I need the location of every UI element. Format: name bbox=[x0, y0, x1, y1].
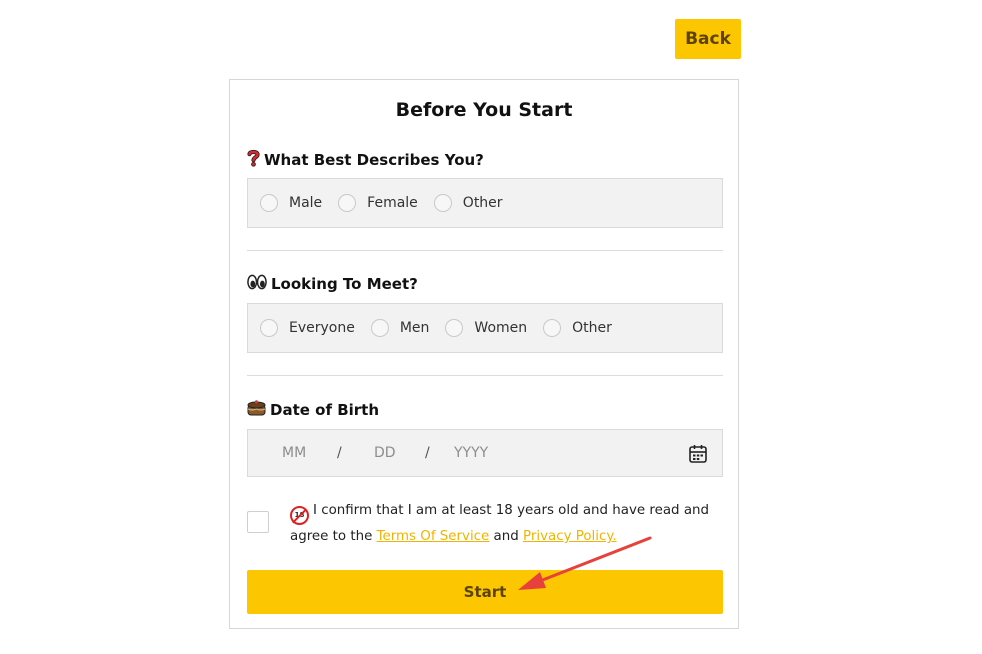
looking-radio-group: Everyone Men Women Other bbox=[247, 303, 723, 353]
describes-question-label: What Best Describes You? bbox=[247, 149, 484, 171]
option-label: Male bbox=[289, 195, 323, 211]
looking-option-everyone[interactable]: Everyone bbox=[260, 319, 355, 337]
looking-option-other[interactable]: Other bbox=[543, 319, 612, 337]
looking-question-text: Looking To Meet? bbox=[271, 275, 418, 293]
option-label: Other bbox=[462, 195, 503, 211]
dob-input-group: MM / DD / YYYY bbox=[247, 429, 723, 477]
radio-other[interactable] bbox=[433, 194, 452, 212]
terms-of-service-link[interactable]: Terms Of Service bbox=[377, 529, 490, 544]
back-button[interactable]: Back bbox=[675, 19, 741, 59]
calendar-icon[interactable] bbox=[689, 444, 707, 463]
dob-separator: / bbox=[337, 445, 342, 461]
radio-men[interactable] bbox=[370, 319, 389, 337]
option-label: Everyone bbox=[289, 320, 355, 336]
radio-women[interactable] bbox=[445, 319, 464, 337]
option-label: Women bbox=[474, 320, 528, 336]
option-label: Other bbox=[572, 320, 612, 336]
age-confirm-checkbox[interactable] bbox=[247, 511, 269, 533]
radio-male[interactable] bbox=[260, 194, 278, 212]
radio-everyone[interactable] bbox=[260, 319, 278, 337]
describes-question-text: What Best Describes You? bbox=[264, 151, 484, 169]
before-you-start-card: Before You Start What Best Describes You… bbox=[229, 79, 739, 629]
age-confirm-text: 18 I confirm that I am at least 18 years … bbox=[290, 499, 730, 549]
divider bbox=[247, 375, 723, 376]
cake-icon bbox=[247, 399, 266, 420]
radio-other[interactable] bbox=[543, 319, 562, 337]
dob-label: Date of Birth bbox=[247, 399, 379, 420]
describes-radio-group: Male Female Other bbox=[247, 178, 723, 228]
option-label: Female bbox=[367, 195, 418, 211]
eyes-icon bbox=[247, 274, 267, 294]
dob-year-input[interactable]: YYYY bbox=[454, 445, 488, 461]
option-label: Men bbox=[399, 320, 430, 336]
no-under-18-icon: 18 bbox=[290, 506, 309, 525]
describes-option-other[interactable]: Other bbox=[433, 194, 503, 212]
divider bbox=[247, 250, 723, 251]
describes-option-female[interactable]: Female bbox=[338, 194, 418, 212]
dob-label-text: Date of Birth bbox=[270, 400, 380, 419]
question-mark-icon bbox=[247, 149, 260, 171]
looking-option-men[interactable]: Men bbox=[370, 319, 430, 337]
dob-day-input[interactable]: DD bbox=[374, 445, 396, 461]
start-button[interactable]: Start bbox=[247, 570, 723, 614]
dob-separator: / bbox=[425, 445, 430, 461]
dob-month-input[interactable]: MM bbox=[282, 445, 306, 461]
radio-female[interactable] bbox=[338, 194, 357, 212]
looking-option-women[interactable]: Women bbox=[445, 319, 527, 337]
describes-option-male[interactable]: Male bbox=[260, 194, 322, 212]
privacy-policy-link[interactable]: Privacy Policy. bbox=[523, 529, 617, 544]
page-title: Before You Start bbox=[395, 99, 573, 121]
looking-question-label: Looking To Meet? bbox=[247, 274, 418, 294]
confirm-text-and: and bbox=[493, 529, 519, 544]
